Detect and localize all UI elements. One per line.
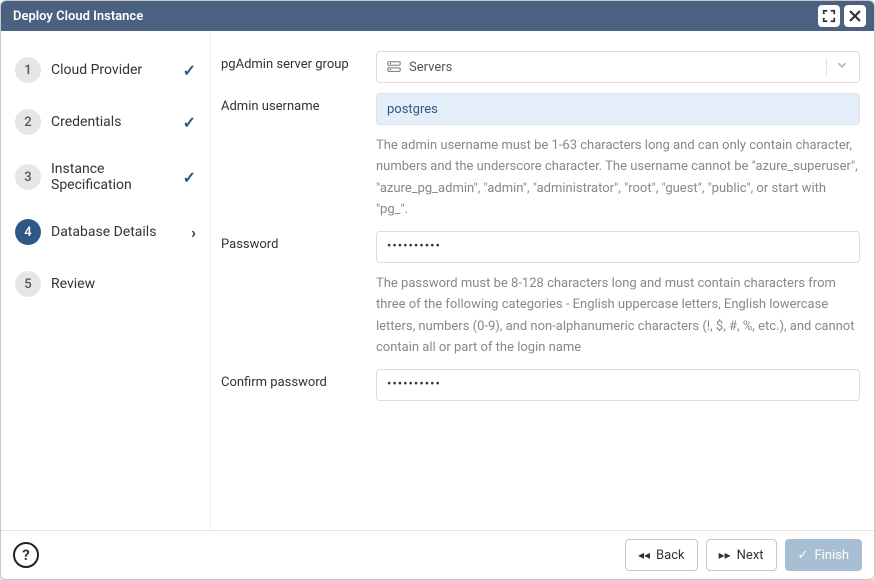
server-group-value: Servers (409, 60, 452, 75)
back-label: Back (656, 548, 685, 563)
server-group-label: pgAdmin server group (221, 51, 376, 72)
step-instance-spec[interactable]: 3 Instance Specification ✓ (11, 155, 200, 199)
expand-icon (822, 9, 836, 23)
rewind-icon: ◂◂ (638, 548, 650, 562)
dialog-body: 1 Cloud Provider ✓ 2 Credentials ✓ 3 Ins… (1, 31, 874, 530)
confirm-password-label: Confirm password (221, 369, 376, 390)
expand-button[interactable] (818, 5, 840, 27)
next-label: Next (737, 548, 764, 563)
step-number: 4 (15, 219, 41, 245)
close-button[interactable] (844, 5, 866, 27)
password-input[interactable] (376, 231, 860, 263)
deploy-dialog: Deploy Cloud Instance 1 Cloud Provider ✓… (0, 0, 875, 580)
server-group-select[interactable]: Servers (376, 51, 860, 83)
dialog-footer: ? ◂◂ Back ▸▸ Next ✓ Finish (1, 530, 874, 579)
step-label: Review (51, 276, 196, 292)
step-label: Database Details (51, 224, 181, 240)
select-separator (826, 58, 827, 76)
step-cloud-provider[interactable]: 1 Cloud Provider ✓ (11, 51, 200, 89)
check-icon: ✓ (183, 168, 196, 187)
chevron-right-icon: › (191, 223, 196, 242)
help-icon: ? (22, 546, 29, 564)
row-admin-username: Admin username postgres (221, 93, 860, 125)
admin-username-field[interactable]: postgres (376, 93, 860, 125)
step-review[interactable]: 5 Review (11, 265, 200, 303)
forward-icon: ▸▸ (719, 548, 731, 562)
step-label: Credentials (51, 114, 173, 130)
close-icon (848, 9, 862, 23)
confirm-password-input[interactable] (376, 369, 860, 401)
form-panel: pgAdmin server group Servers (211, 31, 874, 530)
row-server-group: pgAdmin server group Servers (221, 51, 860, 83)
finish-label: Finish (814, 548, 849, 563)
help-button[interactable]: ? (13, 542, 39, 568)
step-number: 5 (15, 271, 41, 297)
back-button[interactable]: ◂◂ Back (625, 539, 698, 571)
check-icon: ✓ (183, 113, 196, 132)
servers-icon (387, 60, 401, 74)
next-button[interactable]: ▸▸ Next (706, 539, 777, 571)
admin-username-value: postgres (387, 102, 438, 117)
step-number: 2 (15, 109, 41, 135)
admin-username-help: The admin username must be 1-63 characte… (221, 131, 860, 231)
titlebar: Deploy Cloud Instance (1, 1, 874, 31)
step-label: Instance Specification (51, 161, 173, 193)
step-label: Cloud Provider (51, 62, 173, 78)
wizard-sidebar: 1 Cloud Provider ✓ 2 Credentials ✓ 3 Ins… (1, 31, 211, 530)
password-label: Password (221, 231, 376, 252)
check-icon: ✓ (798, 548, 809, 563)
step-number: 3 (15, 164, 41, 190)
dialog-title: Deploy Cloud Instance (13, 9, 143, 24)
finish-button[interactable]: ✓ Finish (785, 539, 862, 571)
step-credentials[interactable]: 2 Credentials ✓ (11, 103, 200, 141)
check-icon: ✓ (183, 61, 196, 80)
password-help: The password must be 8-128 characters lo… (221, 269, 860, 369)
row-password: Password (221, 231, 860, 263)
step-database-details[interactable]: 4 Database Details › (11, 213, 200, 251)
step-number: 1 (15, 57, 41, 83)
row-confirm-password: Confirm password (221, 369, 860, 401)
admin-username-label: Admin username (221, 93, 376, 114)
chevron-down-icon (835, 58, 849, 76)
